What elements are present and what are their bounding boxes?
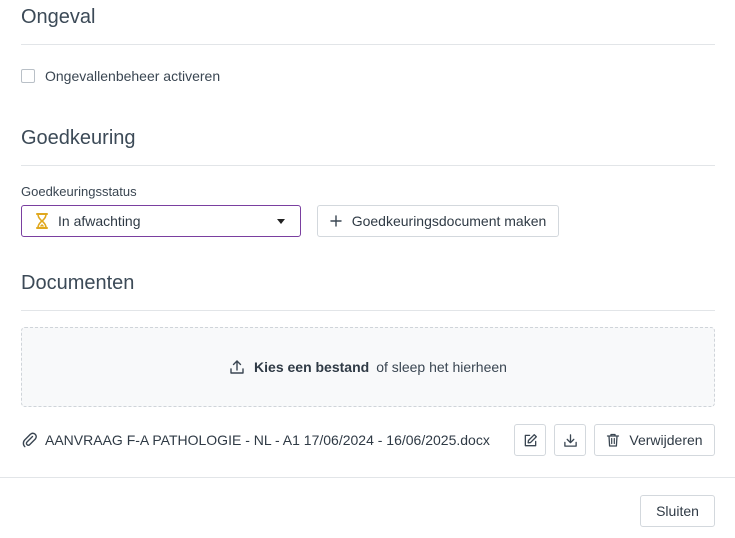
file-dropzone[interactable]: Kies een bestand of sleep het hierheen bbox=[21, 327, 715, 407]
download-icon bbox=[563, 433, 578, 448]
edit-icon bbox=[523, 433, 538, 448]
close-button-label: Sluiten bbox=[656, 503, 699, 519]
delete-file-label: Verwijderen bbox=[629, 432, 703, 448]
create-approval-document-button[interactable]: Goedkeuringsdocument maken bbox=[317, 205, 559, 237]
accident-management-toggle[interactable]: Ongevallenbeheer activeren bbox=[21, 68, 220, 84]
footer-divider bbox=[0, 477, 735, 478]
create-approval-document-label: Goedkeuringsdocument maken bbox=[351, 213, 547, 229]
section-title-approval: Goedkeuring bbox=[21, 127, 136, 149]
delete-file-button[interactable]: Verwijderen bbox=[594, 424, 715, 456]
paperclip-icon bbox=[22, 432, 38, 448]
section-title-documents: Documenten bbox=[21, 272, 135, 294]
close-button[interactable]: Sluiten bbox=[640, 495, 715, 527]
section-title-accident: Ongeval bbox=[21, 6, 96, 28]
divider bbox=[21, 310, 715, 311]
approval-status-label: Goedkeuringsstatus bbox=[21, 184, 137, 199]
edit-file-button[interactable] bbox=[514, 424, 546, 456]
dropzone-hint: of sleep het hierheen bbox=[376, 359, 507, 375]
file-name[interactable]: AANVRAAG F-A PATHOLOGIE - NL - A1 17/06/… bbox=[45, 432, 490, 448]
chevron-down-icon bbox=[277, 218, 285, 224]
approval-status-value: In afwachting bbox=[58, 213, 141, 229]
trash-icon bbox=[606, 433, 620, 447]
divider bbox=[21, 165, 715, 166]
choose-file-link[interactable]: Kies een bestand bbox=[254, 359, 369, 375]
download-file-button[interactable] bbox=[554, 424, 586, 456]
approval-status-select[interactable]: In afwachting bbox=[21, 205, 301, 237]
accident-management-label[interactable]: Ongevallenbeheer activeren bbox=[45, 68, 220, 84]
upload-icon bbox=[229, 359, 245, 375]
plus-icon bbox=[330, 215, 342, 227]
accident-management-checkbox[interactable] bbox=[21, 69, 35, 83]
divider bbox=[21, 44, 715, 45]
hourglass-icon bbox=[35, 213, 49, 229]
